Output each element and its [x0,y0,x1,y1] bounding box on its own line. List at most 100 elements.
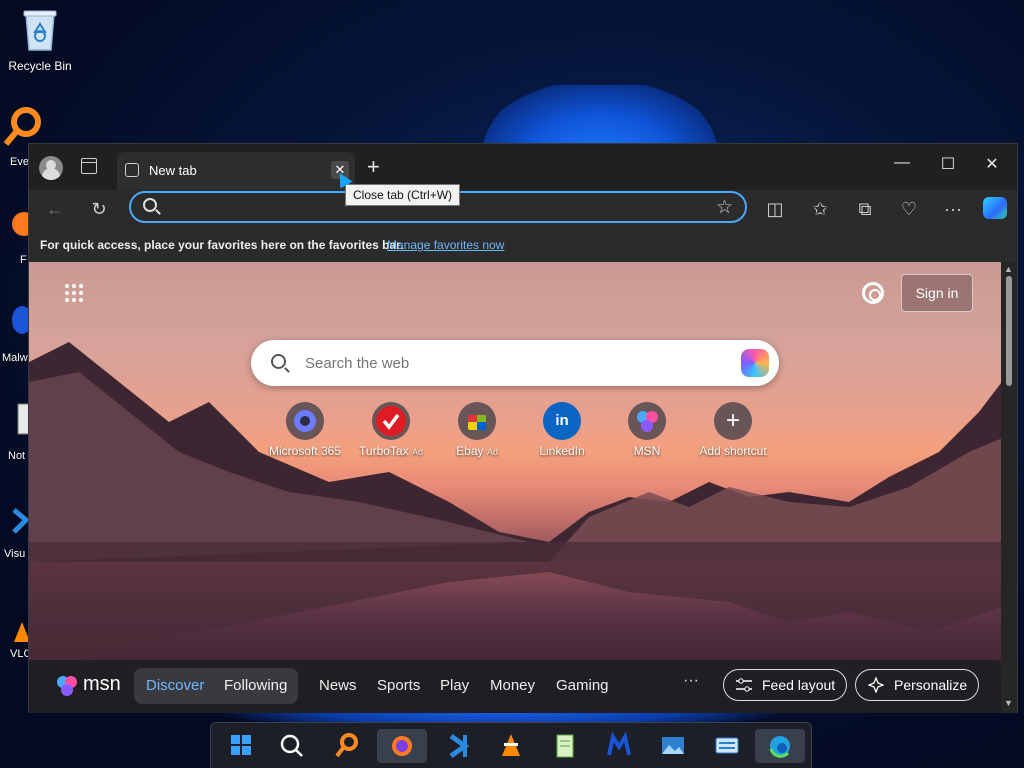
desktop-edge-label-2: Malw [2,352,28,364]
web-search-input[interactable] [305,352,725,374]
shortcut-label: TurboTax [359,444,409,458]
desktop-shortcut-firefox[interactable]: F [0,210,36,280]
desktop-edge-label-4: Visu [4,548,26,560]
shortcut-label: Add shortcut [699,444,767,458]
desktop-shortcut-everything[interactable]: Eve [0,104,41,174]
new-tab-plus-icon[interactable]: + [367,154,380,180]
personalize-label: Personalize [894,677,968,693]
collections-icon[interactable]: ⧉ [853,198,877,220]
split-screen-icon[interactable]: ◫ [763,198,787,220]
minimize-icon[interactable]: — [887,154,917,172]
navigation-toolbar: ← ↻ ☆ ◫ ✩ ⧉ ♡ ··· [29,190,1017,228]
desktop-icon-recycle-bin[interactable]: Recycle Bin [0,8,80,73]
windows-start-icon[interactable] [223,729,259,763]
recycle-bin-icon [23,10,57,51]
nav-news[interactable]: News [319,677,357,694]
nav-sports[interactable]: Sports [377,677,420,694]
tab-new-tab[interactable]: New tab ✕ [117,152,355,190]
desktop-shortcut-vlc[interactable]: VLC [0,620,31,690]
desktop-shortcut-malwarebytes[interactable]: Malw [0,304,32,374]
vscode-icon[interactable] [439,729,475,763]
feed-more-icon[interactable]: ··· [683,672,699,690]
ebay-icon [458,402,496,440]
copilot-search-icon[interactable] [741,349,769,377]
desktop-edge-label-0: Eve [10,156,29,168]
desktop-edge-label-3: Not [8,450,26,462]
new-tab-favicon-icon [125,163,139,177]
nav-gaming[interactable]: Gaming [556,677,609,694]
feed-segment-control: Discover Following [134,668,298,704]
firefox-icon[interactable] [377,729,427,763]
msn-brand: msn [83,673,121,695]
window-close-icon[interactable]: ✕ [977,154,1007,174]
malwarebytes-icon [12,306,32,334]
tab-bar: New tab ✕ + — ☐ ✕ Close tab (Ctrl+W) [29,144,1017,206]
shortcut-microsoft-365[interactable]: Microsoft 365 [259,402,351,458]
malwarebytes-icon[interactable] [601,729,637,763]
turbotax-icon [372,402,410,440]
taskbar [210,722,812,768]
everything-search-icon [3,107,41,146]
manage-favorites-link[interactable]: Manage favorites now [387,238,504,252]
shortcut-add[interactable]: + Add shortcut [687,402,779,458]
plus-icon: + [714,402,752,440]
web-search-box[interactable] [251,340,779,386]
page-scrollbar[interactable]: ▲ ▼ [1001,262,1017,713]
edge-icon[interactable] [755,729,805,763]
notepad-icon [17,403,31,435]
profile-avatar-icon[interactable] [39,156,63,180]
vlc-icon[interactable] [493,729,529,763]
desktop-shortcut-notepad[interactable]: Not [0,402,31,472]
browser-essentials-icon[interactable]: ♡ [897,198,921,220]
scroll-down-icon[interactable]: ▼ [1004,698,1013,708]
tab-actions-icon[interactable] [81,158,97,174]
favorite-star-icon[interactable]: ☆ [716,196,733,219]
favorites-icon[interactable]: ✩ [808,198,832,220]
quick-links: Microsoft 365 TurboTax Ad Ebay Ad in Lin… [259,402,779,472]
ad-badge: Ad [411,447,423,457]
shortcut-linkedin[interactable]: in LinkedIn [516,402,608,458]
desktop-edge-label-1: F [20,254,27,266]
shortcut-msn[interactable]: MSN [601,402,693,458]
tab-title: New tab [149,163,197,178]
microsoft-365-icon [286,402,324,440]
recycle-bin-label: Recycle Bin [8,59,72,73]
more-menu-icon[interactable]: ··· [941,198,965,220]
shortcut-ebay[interactable]: Ebay Ad [431,402,523,458]
feed-layout-button[interactable]: Feed layout [723,669,847,701]
sign-in-button[interactable]: Sign in [901,274,973,312]
refresh-icon[interactable]: ↻ [87,198,111,220]
msn-icon [628,402,666,440]
vscode-icon [12,508,30,534]
back-arrow-icon[interactable]: ← [43,198,67,220]
everything-search-icon[interactable] [329,729,365,763]
search-icon[interactable] [274,729,310,763]
shortcut-label: LinkedIn [539,444,585,458]
scrollbar-thumb[interactable] [1006,276,1012,386]
favorites-bar: For quick access, place your favorites h… [29,228,1017,262]
close-tab-tooltip: Close tab (Ctrl+W) [345,184,461,206]
tab-discover[interactable]: Discover [146,677,204,694]
favorites-message: For quick access, place your favorites h… [40,238,404,252]
keyboard-app-icon[interactable] [709,729,745,763]
notepadplusplus-icon[interactable] [547,729,583,763]
shortcut-label: MSN [633,444,661,458]
page-settings-icon[interactable] [862,282,884,304]
new-tab-page: Sign in Microsoft 365 TurboTax Ad [29,262,1017,713]
apps-launcher-icon[interactable] [65,284,85,304]
address-search-icon [143,198,157,212]
photos-icon[interactable] [655,729,691,763]
sliders-icon [736,678,752,692]
firefox-icon [12,212,36,236]
personalize-button[interactable]: Personalize [855,669,979,701]
scroll-up-icon[interactable]: ▲ [1004,264,1013,274]
nav-play[interactable]: Play [440,677,469,694]
nav-money[interactable]: Money [490,677,535,694]
shortcut-turbotax[interactable]: TurboTax Ad [345,402,437,458]
msn-feed-bar: msn Discover Following News Sports Play … [29,660,999,713]
maximize-icon[interactable]: ☐ [933,154,963,174]
tab-following[interactable]: Following [224,677,287,694]
feed-layout-label: Feed layout [762,677,836,693]
copilot-icon[interactable] [983,197,1007,219]
desktop-shortcut-vscode[interactable]: Visu [0,506,30,576]
